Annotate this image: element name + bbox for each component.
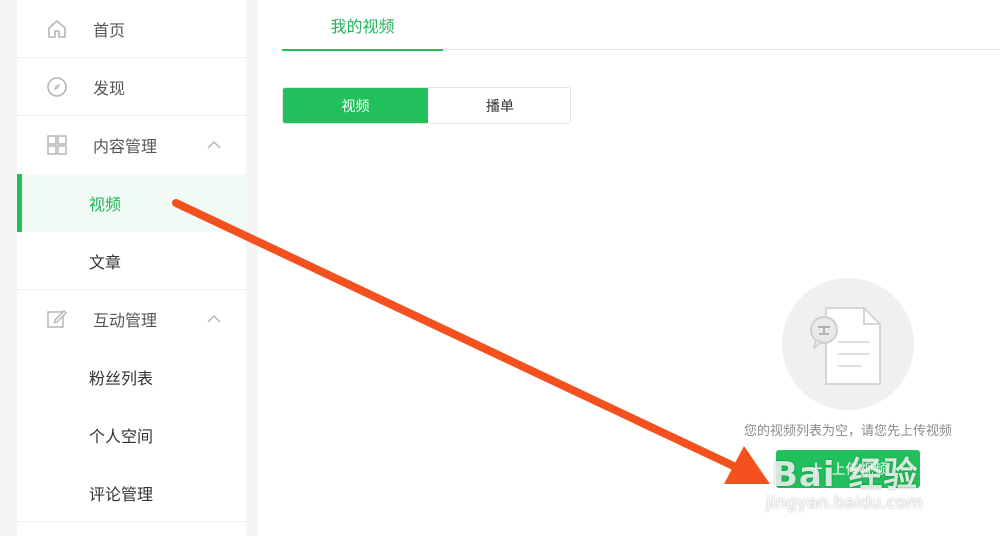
sidebar-item-home[interactable]: 首页 <box>17 0 246 58</box>
sidebar-subitem-label: 粉丝列表 <box>89 369 154 388</box>
sidebar: 首页 发现 内容管理 视频 文章 互动管理 粉丝列表 个人空间 评论管理 <box>17 0 246 536</box>
sidebar-subitem-personal-space[interactable]: 个人空间 <box>17 406 246 464</box>
empty-state: 您的视频列表为空，请您先上传视频 + 上传视频 <box>728 270 968 510</box>
upload-video-label: 上传视频 <box>831 462 888 478</box>
segment-video[interactable]: 视频 <box>283 88 428 123</box>
sidebar-item-discover[interactable]: 发现 <box>17 58 246 116</box>
sidebar-subitem-comments[interactable]: 评论管理 <box>17 464 246 522</box>
empty-document-icon <box>782 278 914 410</box>
empty-state-message: 您的视频列表为空，请您先上传视频 <box>743 424 952 439</box>
sidebar-item-interaction-management[interactable]: 互动管理 <box>17 290 246 348</box>
sidebar-item-label: 内容管理 <box>93 137 158 156</box>
segment-playlist[interactable]: 播单 <box>428 88 570 123</box>
home-icon <box>45 17 69 41</box>
compass-icon <box>45 75 69 99</box>
sidebar-subitem-label: 个人空间 <box>89 427 154 446</box>
segmented-control: 视频 播单 <box>282 87 571 124</box>
tab-my-videos[interactable]: 我的视频 <box>282 0 443 51</box>
sidebar-subitem-label: 评论管理 <box>89 484 154 504</box>
edit-icon <box>45 307 69 331</box>
sidebar-item-label: 首页 <box>93 20 126 40</box>
sidebar-subitem-fans[interactable]: 粉丝列表 <box>17 348 246 406</box>
sidebar-item-label: 互动管理 <box>93 311 158 330</box>
upload-video-button[interactable]: + 上传视频 <box>776 450 920 488</box>
grid-icon <box>45 133 69 157</box>
plus-icon: + <box>808 458 824 479</box>
sidebar-subitem-video[interactable]: 视频 <box>17 174 246 232</box>
sidebar-item-content-management[interactable]: 内容管理 <box>17 116 246 174</box>
sidebar-subitem-label: 视频 <box>89 195 122 214</box>
tab-bar: 我的视频 <box>282 0 1000 51</box>
sidebar-item-label: 发现 <box>93 78 126 98</box>
sidebar-subitem-article[interactable]: 文章 <box>17 232 246 290</box>
chevron-up-icon[interactable] <box>206 137 222 153</box>
sidebar-subitem-label: 文章 <box>89 252 122 272</box>
chevron-up-icon[interactable] <box>206 311 222 327</box>
main-panel: 我的视频 视频 播单 您的视频列表为空，请您先上传视频 + 上传视频 <box>258 0 1000 536</box>
